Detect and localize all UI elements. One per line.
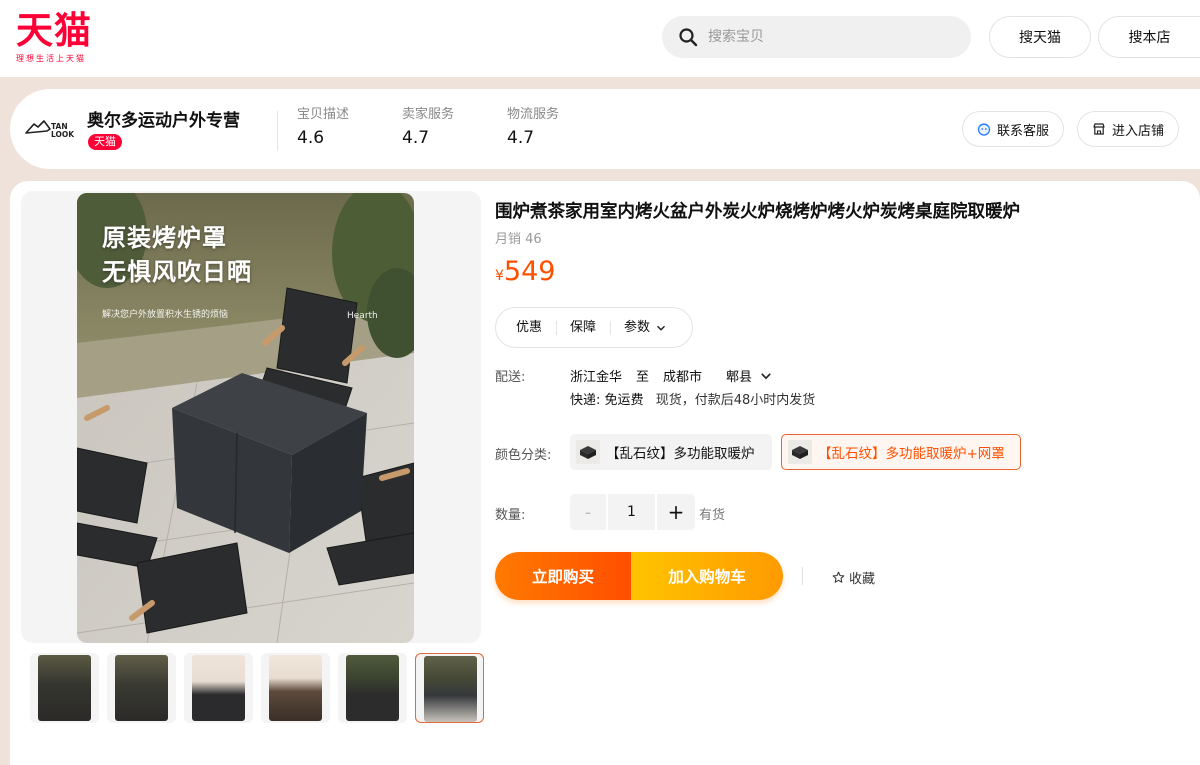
price-symbol: ¥ bbox=[495, 268, 504, 284]
top-header: 天猫 理想生活上天猫 搜天猫 搜本店 bbox=[0, 0, 1200, 77]
quantity-label: 数量: bbox=[495, 508, 526, 523]
tmall-logo[interactable]: 天猫 理想生活上天猫 bbox=[16, 8, 108, 66]
stock-status: 有货 bbox=[699, 508, 726, 523]
score-logistics: 物流服务 4.7 bbox=[507, 107, 559, 148]
score-value: 4.7 bbox=[507, 128, 535, 148]
chevron-down-icon[interactable] bbox=[760, 370, 772, 382]
search-icon bbox=[679, 28, 698, 47]
contact-service-button[interactable]: 联系客服 bbox=[962, 111, 1064, 147]
shipping-route: 浙江金华 至 成都市 郫县 bbox=[570, 366, 772, 385]
add-to-cart-button[interactable]: 加入购物车 bbox=[631, 552, 783, 600]
contact-service-label: 联系客服 bbox=[996, 123, 1049, 139]
enter-store-button[interactable]: 进入店铺 bbox=[1077, 111, 1179, 147]
tab-label: 优惠 bbox=[516, 319, 543, 335]
search-tmall-button[interactable]: 搜天猫 bbox=[989, 16, 1091, 58]
express-info: 免运费 bbox=[604, 393, 644, 408]
thumbnail-image bbox=[38, 655, 91, 721]
thumbnail[interactable] bbox=[30, 653, 99, 723]
tab-discount[interactable]: 优惠 bbox=[516, 320, 556, 336]
tab-guarantee[interactable]: 保障 bbox=[556, 320, 610, 336]
score-label: 卖家服务 bbox=[402, 107, 455, 122]
chevron-down-icon bbox=[657, 325, 666, 331]
score-label: 宝贝描述 bbox=[297, 107, 350, 122]
customer-service-icon bbox=[977, 123, 991, 136]
enter-store-label: 进入店铺 bbox=[1111, 123, 1164, 139]
quantity-input[interactable] bbox=[608, 494, 655, 530]
main-product-image[interactable]: 原装烤炉罩 无惧风吹日晒 解决您户外放置积水生锈的烦恼 Hearth bbox=[77, 193, 414, 643]
search-bar bbox=[662, 16, 971, 58]
tab-label: 保障 bbox=[570, 319, 597, 335]
price: ¥549 bbox=[495, 256, 555, 287]
option-thumbnail bbox=[576, 440, 600, 464]
color-option-selected[interactable]: 【乱石纹】多功能取暖炉+网罩 bbox=[781, 434, 1021, 470]
photo-headline-line2: 无惧风吹日晒 bbox=[102, 258, 252, 286]
store-icon bbox=[1093, 123, 1105, 135]
score-description: 宝贝描述 4.6 bbox=[297, 107, 349, 148]
option-label: 【乱石纹】多功能取暖炉 bbox=[606, 446, 755, 462]
product-card: 原装烤炉罩 无惧风吹日晒 解决您户外放置积水生锈的烦恼 Hearth bbox=[10, 181, 1200, 765]
thumbnail[interactable] bbox=[261, 653, 330, 723]
ship-to-word: 至 bbox=[636, 370, 650, 385]
photo-headline: 原装烤炉罩 无惧风吹日晒 bbox=[102, 221, 252, 289]
quantity-decrease-button[interactable]: - bbox=[570, 494, 606, 530]
photo-headline-line1: 原装烤炉罩 bbox=[102, 224, 227, 252]
color-label: 颜色分类: bbox=[495, 448, 552, 463]
express-label: 快递: bbox=[570, 393, 601, 408]
tab-label: 参数 bbox=[624, 319, 651, 335]
thumbnail-strip bbox=[20, 653, 484, 725]
price-value: 549 bbox=[503, 256, 556, 287]
shop-divider bbox=[277, 111, 278, 151]
option-label: 【乱石纹】多功能取暖炉+网罩 bbox=[818, 446, 1005, 462]
logo-slogan: 理想生活上天猫 bbox=[16, 54, 86, 63]
option-thumbnail bbox=[788, 440, 812, 464]
thumbnail[interactable] bbox=[184, 653, 253, 723]
shop-logo[interactable]: TAN LOOK bbox=[24, 113, 76, 145]
thumbnail-image bbox=[424, 656, 477, 722]
search-store-button[interactable]: 搜本店 bbox=[1098, 16, 1200, 58]
score-service: 卖家服务 4.7 bbox=[402, 107, 454, 148]
photo-caption: 解决您户外放置积水生锈的烦恼 bbox=[102, 310, 229, 320]
svg-text:LOOK: LOOK bbox=[51, 130, 75, 139]
favorite-button[interactable]: 收藏 bbox=[832, 568, 875, 587]
score-label: 物流服务 bbox=[507, 107, 560, 122]
monthly-sales: 月销 46 bbox=[495, 232, 542, 247]
shipping-detail: 快递: 免运费 现货，付款后48小时内发货 bbox=[570, 389, 815, 408]
tmall-badge: 天猫 bbox=[88, 134, 122, 150]
action-divider bbox=[802, 567, 803, 585]
shop-card: TAN LOOK 奥尔多运动户外专营 天猫 宝贝描述 4.6 卖家服务 4.7 … bbox=[10, 89, 1200, 169]
thumbnail-image bbox=[346, 655, 399, 721]
ship-from: 浙江金华 bbox=[570, 370, 623, 385]
favorite-label: 收藏 bbox=[849, 572, 876, 587]
product-title: 围炉煮茶家用室内烤火盆户外炭火炉烧烤炉烤火炉炭烤桌庭院取暖炉 bbox=[495, 202, 1020, 222]
search-input[interactable] bbox=[708, 16, 958, 58]
color-option[interactable]: 【乱石纹】多功能取暖炉 bbox=[570, 434, 772, 470]
score-value: 4.6 bbox=[297, 128, 325, 148]
photo-brand: Hearth bbox=[347, 311, 378, 321]
shipping-label: 配送: bbox=[495, 370, 526, 385]
thumbnail-image bbox=[115, 655, 168, 721]
star-icon bbox=[832, 571, 845, 583]
ship-district[interactable]: 郫县 bbox=[726, 366, 752, 385]
info-tabs: 优惠 保障 参数 bbox=[495, 307, 693, 348]
logo-text: 天猫 bbox=[16, 8, 92, 52]
tab-params[interactable]: 参数 bbox=[610, 320, 680, 336]
score-value: 4.7 bbox=[402, 128, 430, 148]
thumbnail[interactable] bbox=[338, 653, 407, 723]
thumbnail-image bbox=[269, 655, 322, 721]
shop-name[interactable]: 奥尔多运动户外专营 bbox=[87, 106, 240, 131]
buy-now-button[interactable]: 立即购买 bbox=[495, 552, 631, 600]
thumbnail[interactable] bbox=[107, 653, 176, 723]
ship-city[interactable]: 成都市 bbox=[663, 366, 702, 385]
stock-info: 现货，付款后48小时内发货 bbox=[655, 393, 816, 408]
thumbnail-selected[interactable] bbox=[415, 653, 484, 723]
purchase-buttons: 立即购买 加入购物车 bbox=[495, 552, 783, 600]
thumbnail-image bbox=[192, 655, 245, 721]
quantity-increase-button[interactable]: + bbox=[657, 494, 695, 530]
